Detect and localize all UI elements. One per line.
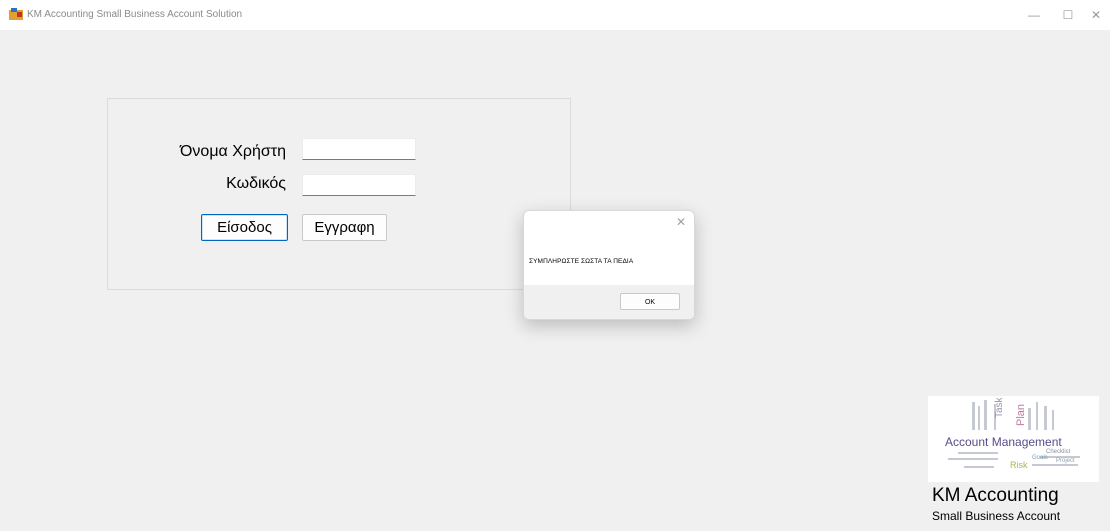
password-label: Κωδικός xyxy=(226,175,286,192)
login-panel: Όνομα Χρήστη Κωδικός Είσοδος Εγγραφη xyxy=(107,98,571,290)
maximize-button[interactable]: ☐ xyxy=(1058,6,1078,24)
logo-word-account-management: Account Management xyxy=(945,435,1062,449)
logo-word-project: Project xyxy=(1056,458,1075,464)
window-title: KM Accounting Small Business Account Sol… xyxy=(27,9,243,20)
logo-word-risk: Risk xyxy=(1010,460,1028,470)
word-cloud-image: Task Plan Checklist Goals Project Risk A… xyxy=(945,396,1080,470)
title-bar: KM Accounting Small Business Account Sol… xyxy=(0,0,1110,30)
logo-word-task: Task xyxy=(994,396,1005,418)
dialog-footer: OK xyxy=(524,285,694,319)
logo-word-checklist: Checklist xyxy=(1046,449,1071,455)
message-dialog: ✕ ΣΥΜΠΛΗΡΩΣΤΕ ΣΩΣΤΑ ΤΑ ΠΕΔΙΑ OK xyxy=(523,210,695,320)
dialog-close-icon[interactable]: ✕ xyxy=(676,215,686,229)
dialog-message: ΣΥΜΠΛΗΡΩΣΤΕ ΣΩΣΤΑ ΤΑ ΠΕΔΙΑ xyxy=(529,258,634,265)
brand-subtitle: Small Business Account xyxy=(932,509,1061,523)
minimize-button[interactable]: — xyxy=(1024,6,1044,24)
username-label: Όνομα Χρήστη xyxy=(180,143,286,160)
username-input[interactable] xyxy=(302,138,416,160)
account-management-logo: Task Plan Checklist Goals Project Risk A… xyxy=(928,396,1099,482)
logo-word-goals: Goals xyxy=(1032,455,1048,461)
register-button[interactable]: Εγγραφη xyxy=(302,214,387,241)
app-icon xyxy=(9,8,23,20)
brand-title: KM Accounting xyxy=(932,485,1059,506)
ok-button[interactable]: OK xyxy=(620,293,680,310)
password-input[interactable] xyxy=(302,174,416,196)
close-button[interactable]: ✕ xyxy=(1086,6,1106,24)
login-button[interactable]: Είσοδος xyxy=(201,214,288,241)
logo-word-plan: Plan xyxy=(1015,404,1027,426)
